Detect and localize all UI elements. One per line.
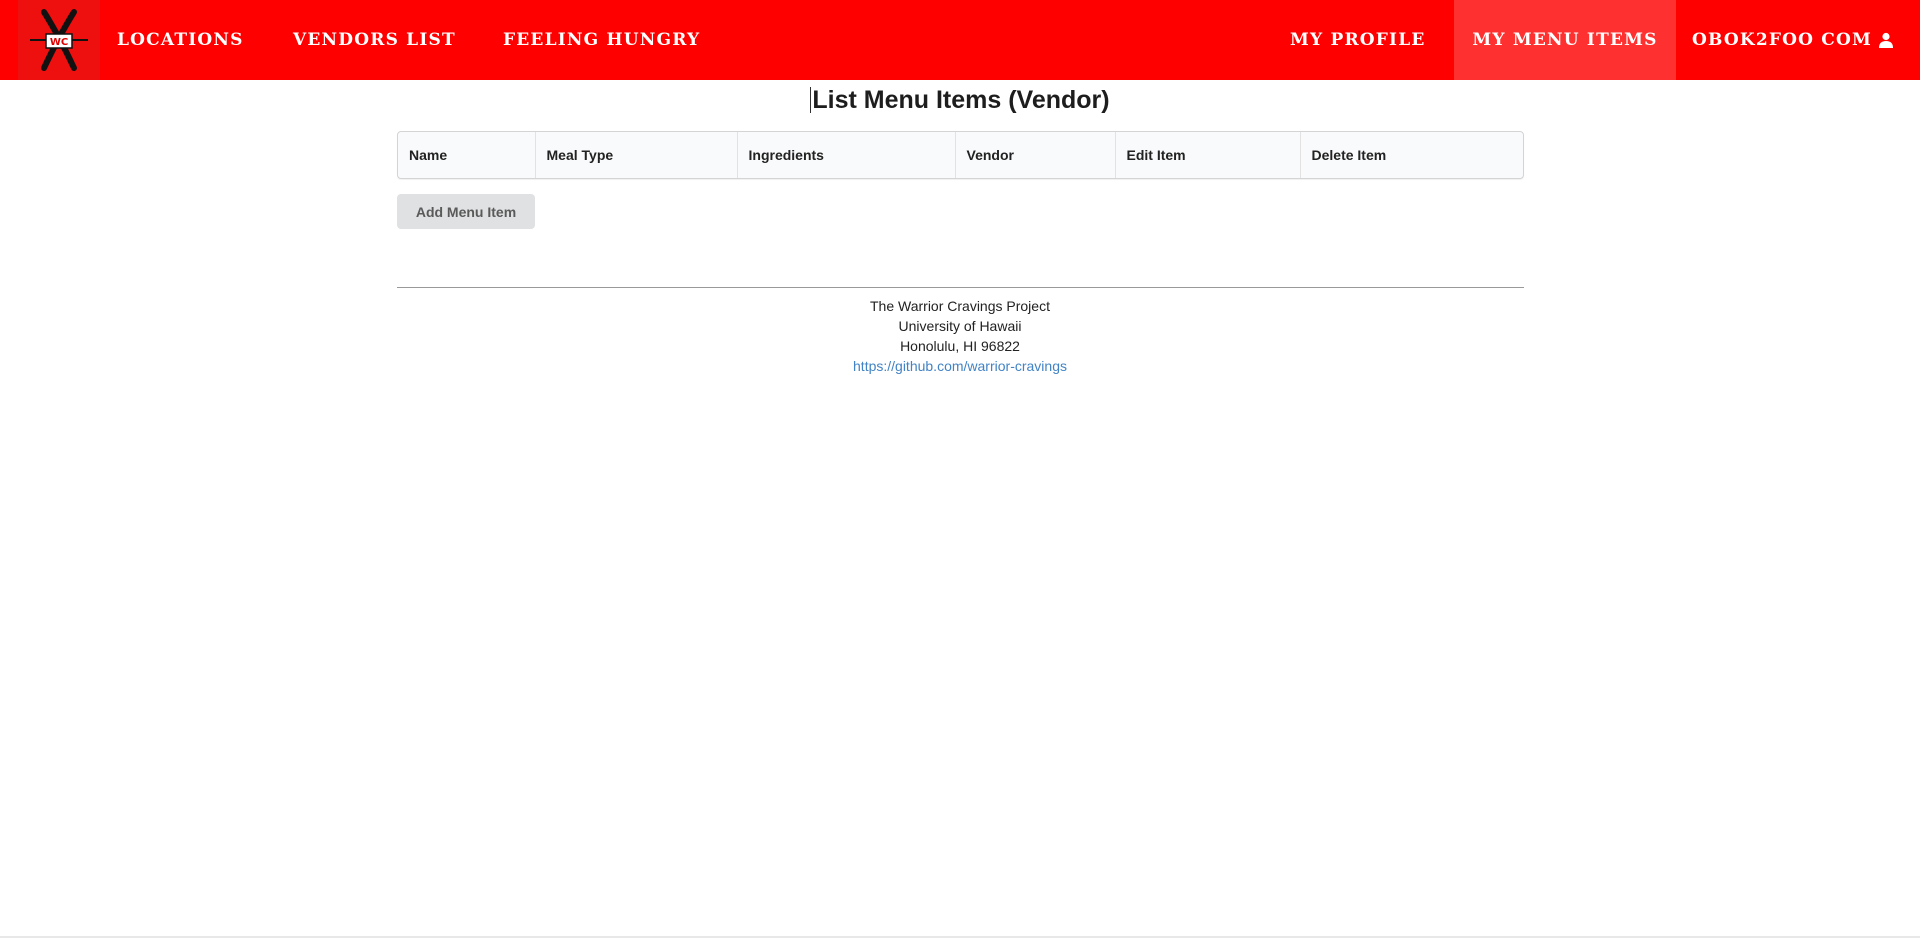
column-header-edit-item: Edit Item	[1114, 132, 1300, 178]
nav-user-account[interactable]: obok2foo com	[1692, 0, 1894, 80]
nav-vendors-list[interactable]: Vendors List	[293, 0, 456, 80]
footer-university: University of Hawaii	[898, 318, 1022, 334]
column-header-delete-item: Delete Item	[1299, 132, 1523, 178]
user-icon	[1878, 32, 1894, 48]
user-account-label: obok2foo com	[1692, 30, 1873, 50]
logo-emblem-icon: WC	[30, 9, 88, 71]
menu-items-table: Name Meal Type Ingredients Vendor Edit I…	[397, 131, 1524, 179]
nav-my-profile[interactable]: My Profile	[1290, 0, 1426, 80]
footer-project-name: The Warrior Cravings Project	[870, 298, 1050, 314]
add-menu-item-button[interactable]: Add Menu Item	[397, 194, 535, 229]
footer-address: Honolulu, HI 96822	[900, 338, 1020, 354]
column-header-name: Name	[409, 147, 448, 163]
warrior-cravings-logo[interactable]: WC	[18, 0, 100, 80]
footer: The Warrior Cravings Project University …	[0, 296, 1920, 376]
footer-divider	[397, 287, 1524, 288]
top-navbar: WC Locations Vendors List Feeling Hungry…	[0, 0, 1920, 80]
page-title-text: List Menu Items (Vendor)	[812, 86, 1110, 114]
footer-github-link[interactable]: https://github.com/warrior-cravings	[853, 358, 1067, 374]
nav-feeling-hungry[interactable]: Feeling Hungry	[503, 0, 700, 80]
column-header-ingredients: Ingredients	[736, 132, 955, 178]
page-title: List Menu Items (Vendor)	[0, 86, 1920, 115]
column-header-vendor: Vendor	[954, 132, 1115, 178]
nav-my-menu-items[interactable]: My Menu Items	[1454, 0, 1676, 80]
table-header-row: Name Meal Type Ingredients Vendor Edit I…	[398, 132, 1523, 178]
logo-text: WC	[50, 37, 68, 48]
column-header-meal-type: Meal Type	[534, 132, 737, 178]
nav-locations[interactable]: Locations	[117, 0, 244, 80]
